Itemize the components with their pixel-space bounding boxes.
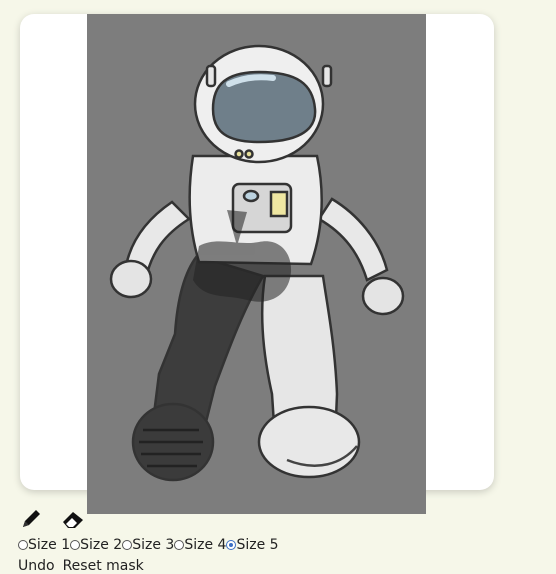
size-1-label: Size 1 bbox=[28, 537, 71, 553]
size-2-radio[interactable] bbox=[70, 540, 81, 550]
size-5-label: Size 5 bbox=[236, 537, 279, 553]
toolbar bbox=[18, 506, 86, 532]
size-option-1[interactable]: Size 1 bbox=[18, 537, 70, 553]
size-option-5[interactable]: Size 5 bbox=[226, 537, 279, 553]
mask-actions: Undo Reset mask bbox=[18, 558, 144, 574]
undo-button[interactable]: Undo bbox=[18, 558, 55, 574]
eraser-icon[interactable] bbox=[60, 506, 86, 532]
size-4-label: Size 4 bbox=[184, 537, 227, 553]
size-2-label: Size 2 bbox=[80, 537, 123, 553]
size-option-4[interactable]: Size 4 bbox=[174, 537, 226, 553]
size-5-radio[interactable] bbox=[226, 540, 237, 550]
astronaut-image bbox=[109, 44, 405, 482]
brush-size-options: Size 1 Size 2 Size 3 Size 4 Size 5 bbox=[18, 537, 279, 553]
size-option-3[interactable]: Size 3 bbox=[122, 537, 174, 553]
size-option-2[interactable]: Size 2 bbox=[70, 537, 122, 553]
mask-canvas[interactable] bbox=[87, 14, 426, 514]
size-3-label: Size 3 bbox=[132, 537, 175, 553]
reset-mask-button[interactable]: Reset mask bbox=[63, 558, 144, 574]
pencil-icon[interactable] bbox=[18, 506, 44, 532]
size-3-radio[interactable] bbox=[122, 540, 133, 550]
size-4-radio[interactable] bbox=[174, 540, 185, 550]
size-1-radio[interactable] bbox=[18, 540, 28, 550]
